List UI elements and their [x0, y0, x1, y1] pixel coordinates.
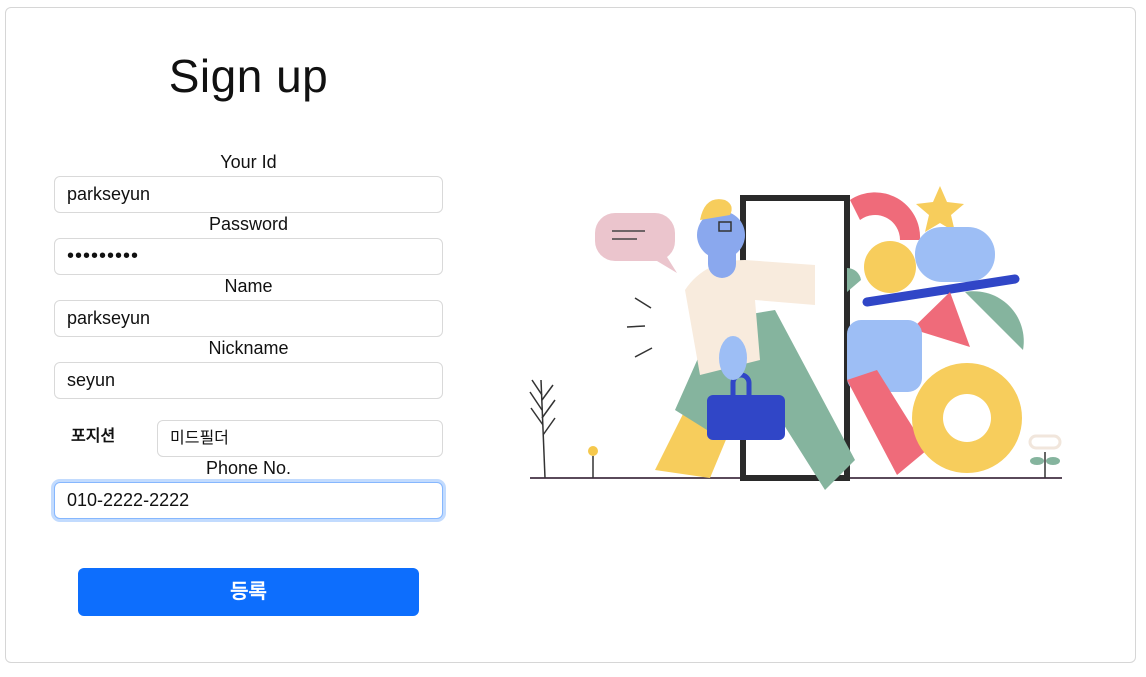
nickname-input[interactable]	[54, 362, 443, 399]
nickname-label: Nickname	[208, 338, 289, 358]
dot-icon	[588, 446, 598, 456]
position-select[interactable]: 미드필더	[157, 420, 443, 457]
name-input[interactable]	[54, 300, 443, 337]
shapes-pile-icon	[847, 186, 1024, 475]
speech-bubble-icon	[595, 213, 677, 273]
password-label: Password	[208, 214, 289, 234]
plant-icon	[529, 379, 556, 479]
phone-label: Phone No.	[205, 458, 292, 478]
position-label: 포지션	[71, 428, 116, 445]
name-label: Name	[224, 276, 273, 296]
password-input[interactable]	[54, 238, 443, 275]
submit-button[interactable]: 등록	[78, 568, 419, 616]
phone-input[interactable]	[54, 482, 443, 519]
motion-lines-icon	[626, 297, 653, 358]
id-input[interactable]	[54, 176, 443, 213]
person-icon	[655, 199, 855, 490]
page-title: Sign up	[168, 50, 329, 102]
sprout-icon	[1028, 434, 1062, 478]
id-label: Your Id	[220, 152, 277, 172]
signup-illustration	[529, 186, 1062, 490]
